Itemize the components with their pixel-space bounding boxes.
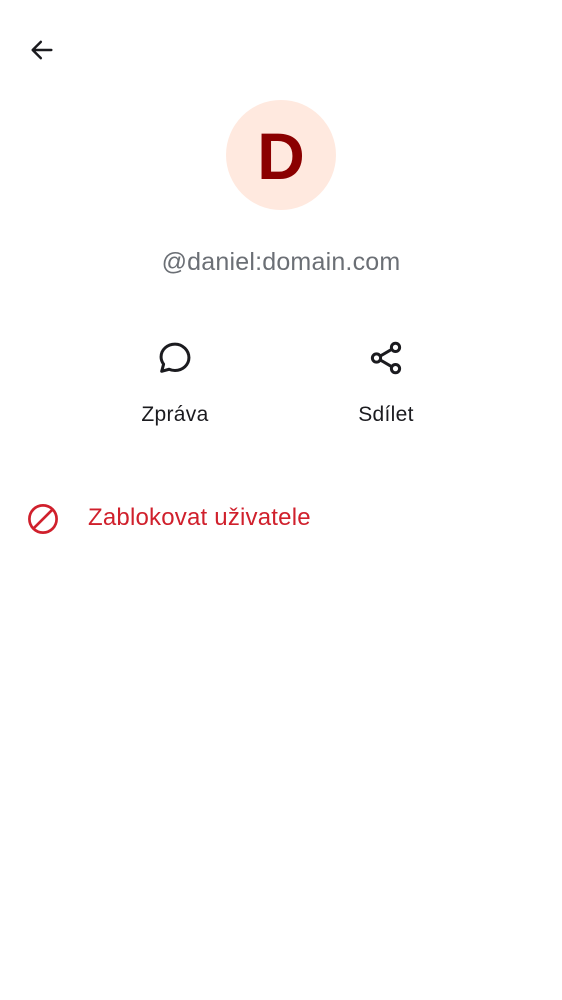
- block-user-label: Zablokovat uživatele: [88, 504, 311, 531]
- share-button[interactable]: Sdílet: [316, 338, 456, 427]
- chat-bubble-icon: [155, 338, 195, 378]
- block-icon: [28, 504, 58, 534]
- user-profile-screen: D @daniel:domain.com Zpráva Sdílet Zablo…: [0, 0, 562, 1000]
- back-button[interactable]: [20, 28, 64, 72]
- user-id: @daniel:domain.com: [161, 248, 401, 276]
- share-label: Sdílet: [358, 403, 414, 426]
- share-icon: [366, 338, 406, 378]
- block-user-button[interactable]: Zablokovat uživatele: [0, 492, 562, 546]
- arrow-left-icon: [31, 40, 53, 60]
- message-button[interactable]: Zpráva: [105, 338, 245, 427]
- avatar-initial: D: [257, 119, 305, 193]
- message-label: Zpráva: [141, 403, 209, 426]
- avatar: D: [226, 100, 336, 210]
